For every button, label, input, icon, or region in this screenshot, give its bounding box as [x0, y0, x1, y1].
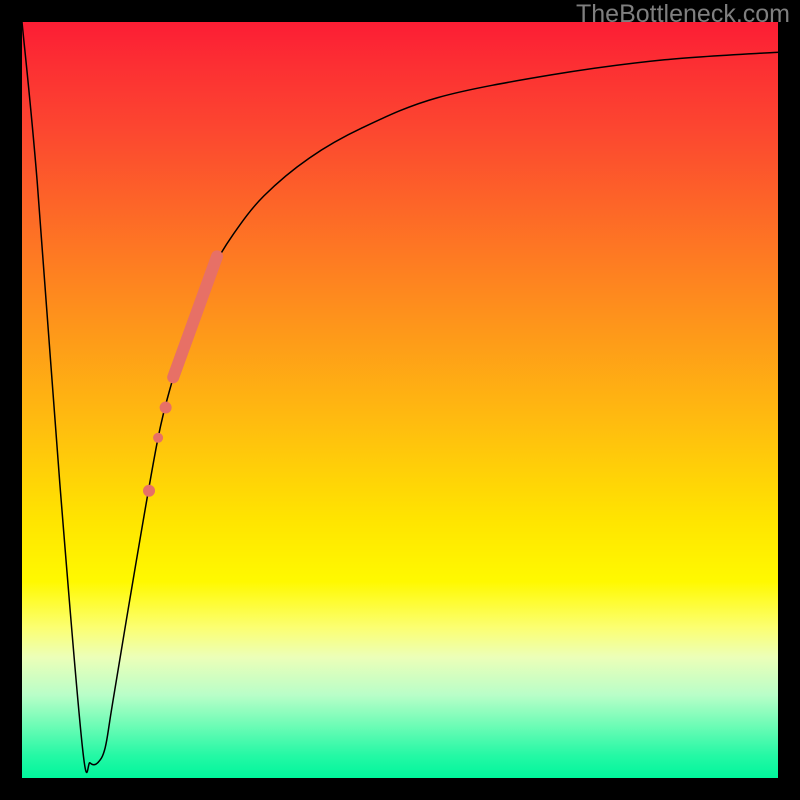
highlight-dot-1 [160, 402, 172, 414]
chart-container: TheBottleneck.com [0, 0, 800, 800]
bottleneck-curve [22, 22, 778, 773]
highlight-dot-3 [143, 485, 155, 497]
bottleneck-curve-path [22, 22, 778, 773]
highlight-dot-2 [153, 433, 163, 443]
plot-area [22, 22, 778, 778]
watermark-text: TheBottleneck.com [576, 0, 790, 29]
chart-svg [22, 22, 778, 778]
highlight-segment [173, 256, 217, 377]
